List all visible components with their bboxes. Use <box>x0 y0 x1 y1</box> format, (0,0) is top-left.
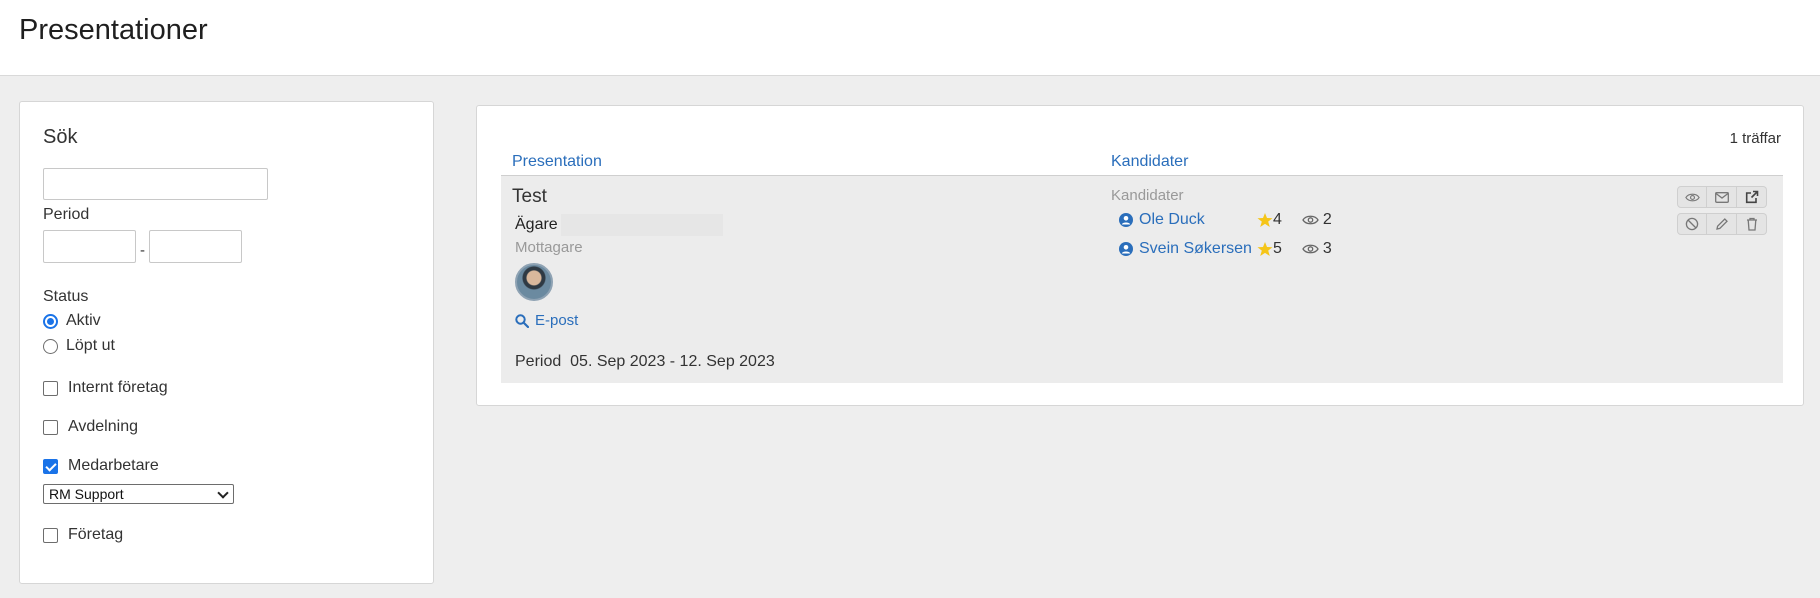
filter-foretag[interactable]: Företag <box>43 526 123 544</box>
candidate-views: 3 <box>1302 240 1332 258</box>
checkbox-internt-foretag[interactable] <box>43 380 58 396</box>
checkbox-medarbetare[interactable] <box>43 458 58 474</box>
candidate-views-value: 2 <box>1322 211 1332 228</box>
status-option-aktiv[interactable]: Aktiv <box>43 312 101 330</box>
page-title: Presentationer <box>19 14 208 46</box>
view-button[interactable] <box>1677 186 1707 208</box>
delete-button[interactable] <box>1737 213 1767 235</box>
eye-icon <box>1302 214 1319 226</box>
recipient-label: Mottagare <box>515 239 583 256</box>
filter-medarbetare[interactable]: Medarbetare <box>43 457 159 475</box>
status-radio-lopt-ut[interactable] <box>43 338 58 354</box>
search-icon <box>515 313 529 328</box>
top-bar: Presentationer <box>0 0 1820 76</box>
column-header-presentation[interactable]: Presentation <box>512 153 602 171</box>
filter-internt-foretag[interactable]: Internt företag <box>43 379 168 397</box>
search-input[interactable] <box>43 168 268 200</box>
candidate-name[interactable]: Svein Søkersen <box>1139 240 1257 258</box>
checkbox-foretag[interactable] <box>43 527 58 543</box>
period-info-label: Period <box>515 353 562 370</box>
period-from-input[interactable] <box>43 230 136 263</box>
envelope-icon <box>1714 191 1729 203</box>
chevron-down-icon <box>217 487 229 499</box>
candidates-label: Kandidater <box>1111 187 1184 204</box>
candidate-item: Ole Duck 4 2 <box>1119 211 1352 229</box>
avatar[interactable] <box>515 263 553 301</box>
pencil-icon <box>1715 217 1729 231</box>
search-panel: Sök Period - Status Aktiv Löpt ut Intern… <box>19 101 434 584</box>
table-row: Test Ägare Mottagare E-post Period 05. S… <box>501 176 1783 383</box>
checkbox-avdelning[interactable] <box>43 419 58 435</box>
email-link-label: E-post <box>535 312 579 329</box>
period-separator: - <box>140 242 145 259</box>
external-link-icon <box>1745 190 1759 204</box>
column-header-candidates[interactable]: Kandidater <box>1111 153 1188 171</box>
period-label: Period <box>43 206 90 223</box>
trash-icon <box>1746 217 1758 231</box>
star-icon <box>1257 212 1273 228</box>
edit-button[interactable] <box>1707 213 1737 235</box>
owner-value-bar <box>561 214 723 236</box>
user-circle-icon <box>1119 213 1133 227</box>
filter-label: Företag <box>68 526 124 543</box>
filter-label: Medarbetare <box>68 457 159 474</box>
status-radio-aktiv[interactable] <box>43 313 58 329</box>
period-info-value: 05. Sep 2023 - 12. Sep 2023 <box>570 353 775 370</box>
send-email-button[interactable] <box>1707 186 1737 208</box>
candidate-name[interactable]: Ole Duck <box>1139 211 1257 229</box>
search-heading: Sök <box>43 126 78 148</box>
candidate-stars: 4 <box>1257 211 1282 229</box>
deactivate-button[interactable] <box>1677 213 1707 235</box>
presentation-title[interactable]: Test <box>512 186 547 208</box>
status-label: Status <box>43 288 89 305</box>
star-icon <box>1257 241 1273 257</box>
hits-count: 1 träffar <box>1729 130 1781 147</box>
email-link[interactable]: E-post <box>515 312 578 329</box>
filter-avdelning[interactable]: Avdelning <box>43 418 138 436</box>
employee-select[interactable]: RM Support <box>43 484 234 504</box>
candidate-views: 2 <box>1302 211 1332 229</box>
period-to-input[interactable] <box>149 230 242 263</box>
status-option-label: Löpt ut <box>66 337 115 354</box>
employee-select-value: RM Support <box>49 486 124 502</box>
eye-icon <box>1302 243 1319 255</box>
filter-label: Internt företag <box>68 379 168 396</box>
filter-label: Avdelning <box>68 418 138 435</box>
user-circle-icon <box>1119 242 1133 256</box>
eye-icon <box>1684 192 1700 203</box>
candidate-views-value: 3 <box>1322 240 1332 257</box>
status-option-label: Aktiv <box>66 312 101 329</box>
period-info: Period 05. Sep 2023 - 12. Sep 2023 <box>515 353 775 371</box>
candidate-stars-value: 4 <box>1273 211 1282 228</box>
status-option-lopt-ut[interactable]: Löpt ut <box>43 337 115 355</box>
owner-label: Ägare <box>515 216 558 233</box>
block-icon <box>1685 217 1699 231</box>
action-group-view <box>1677 186 1767 208</box>
candidate-stars: 5 <box>1257 240 1282 258</box>
candidate-item: Svein Søkersen 5 3 <box>1119 240 1352 258</box>
candidate-stars-value: 5 <box>1273 240 1282 257</box>
open-external-button[interactable] <box>1737 186 1767 208</box>
results-panel: 1 träffar Presentation Kandidater Test Ä… <box>476 105 1804 406</box>
action-group-edit <box>1677 213 1767 235</box>
